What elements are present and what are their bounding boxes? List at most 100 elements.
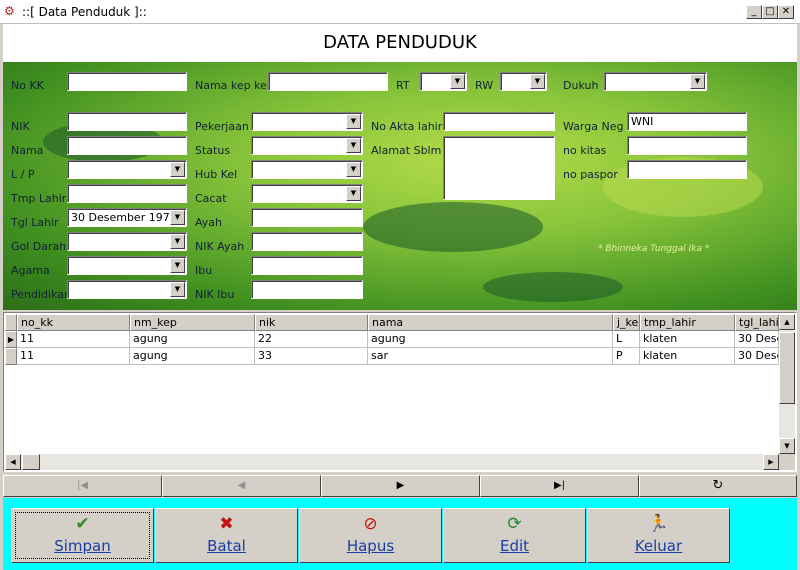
- main-window: ⚙ ::[ Data Penduduk ]:: _ □ ✕ DATA PENDU…: [0, 0, 800, 570]
- tmp-lahir-field[interactable]: [67, 184, 187, 203]
- alamat-sblm-memo[interactable]: [443, 136, 555, 200]
- nik-ibu-label: NIK Ibu: [195, 288, 235, 301]
- first-record-button[interactable]: |◀: [3, 475, 162, 497]
- simpan-label: Simpan: [54, 537, 111, 555]
- table-cell[interactable]: 30 Desember 1975: [735, 331, 779, 348]
- title-bar[interactable]: ⚙ ::[ Data Penduduk ]:: _ □ ✕: [0, 0, 800, 24]
- nama-kep-kel-field[interactable]: [268, 72, 388, 91]
- refresh-button[interactable]: ↻: [639, 475, 797, 497]
- app-icon: ⚙: [4, 4, 15, 18]
- table-cell[interactable]: L: [613, 331, 640, 348]
- db-navigator: |◀ ◀ ▶ ▶| ↻: [3, 475, 797, 497]
- rw-select[interactable]: ▼: [500, 72, 547, 91]
- column-header-tmp-lahir[interactable]: tmp_lahir: [640, 314, 735, 331]
- table-cell[interactable]: agung: [368, 331, 613, 348]
- no-kk-field[interactable]: [67, 72, 187, 91]
- no-kitas-field[interactable]: [627, 136, 747, 155]
- action-panel: ✔ Simpan ✖ Batal ⊘ Hapus ⟳ Edit 🏃 Keluar: [3, 498, 797, 570]
- data-grid[interactable]: no_kk nm_kep nik nama j_kel tmp_lahir tg…: [3, 312, 797, 472]
- no-kk-label: No KK: [11, 79, 44, 92]
- cacat-select[interactable]: ▼: [251, 184, 363, 203]
- scroll-thumb[interactable]: [779, 332, 795, 404]
- horizontal-scrollbar[interactable]: ◀ ▶: [5, 454, 779, 470]
- edit-button[interactable]: ⟳ Edit: [443, 508, 586, 563]
- no-paspor-field[interactable]: [627, 160, 747, 179]
- rt-select[interactable]: ▼: [420, 72, 467, 91]
- table-cell[interactable]: P: [613, 348, 640, 365]
- chevron-down-icon[interactable]: ▼: [170, 210, 185, 225]
- keluar-label: Keluar: [634, 537, 683, 555]
- table-cell[interactable]: klaten: [640, 331, 735, 348]
- chevron-down-icon[interactable]: ▼: [530, 74, 545, 89]
- column-header-nik[interactable]: nik: [255, 314, 368, 331]
- nik-ibu-field[interactable]: [251, 280, 363, 299]
- maximize-button[interactable]: □: [762, 5, 778, 19]
- nama-kep-kel-label: Nama kep kel: [195, 79, 270, 92]
- pendidikan-select[interactable]: ▼: [67, 280, 187, 299]
- agama-select[interactable]: ▼: [67, 256, 187, 275]
- chevron-down-icon[interactable]: ▼: [170, 258, 185, 273]
- column-header-tgl-lahir[interactable]: tgl_lahir: [735, 314, 779, 331]
- table-cell[interactable]: 33: [255, 348, 368, 365]
- scroll-thumb[interactable]: [22, 454, 40, 470]
- last-record-button[interactable]: ▶|: [480, 475, 639, 497]
- nama-field[interactable]: [67, 136, 187, 155]
- no-entry-icon: ⊘: [363, 514, 378, 534]
- chevron-down-icon[interactable]: ▼: [346, 138, 361, 153]
- chevron-down-icon[interactable]: ▼: [346, 114, 361, 129]
- vertical-scrollbar[interactable]: ▲ ▼: [779, 314, 795, 454]
- batal-button[interactable]: ✖ Batal: [155, 508, 298, 563]
- close-button[interactable]: ✕: [778, 5, 794, 19]
- tgl-lahir-label: Tgl Lahir: [11, 216, 59, 229]
- dukuh-select[interactable]: ▼: [604, 72, 707, 91]
- table-cell[interactable]: klaten: [640, 348, 735, 365]
- gol-darah-select[interactable]: ▼: [67, 232, 187, 251]
- chevron-down-icon[interactable]: ▼: [346, 186, 361, 201]
- table-cell[interactable]: 11: [17, 331, 130, 348]
- pekerjaan-label: Pekerjaan: [195, 120, 249, 133]
- hapus-button[interactable]: ⊘ Hapus: [299, 508, 442, 563]
- scroll-down-icon[interactable]: ▼: [779, 438, 795, 454]
- lp-select[interactable]: ▼: [67, 160, 187, 179]
- column-header-nama[interactable]: nama: [368, 314, 613, 331]
- nik-field[interactable]: [67, 112, 187, 131]
- column-header-nm-kep[interactable]: nm_kep: [130, 314, 255, 331]
- table-cell[interactable]: 30 Desember 1975: [735, 348, 779, 365]
- simpan-button[interactable]: ✔ Simpan: [11, 508, 154, 563]
- prior-record-button[interactable]: ◀: [162, 475, 321, 497]
- warga-neg-field[interactable]: WNI: [627, 112, 747, 131]
- background-island: [363, 202, 543, 252]
- hub-kel-select[interactable]: ▼: [251, 160, 363, 179]
- scroll-left-icon[interactable]: ◀: [5, 454, 21, 470]
- slogan-text: * Bhinneka Tunggal Ika *: [598, 244, 710, 254]
- column-header-no-kk[interactable]: no_kk: [17, 314, 130, 331]
- column-header-j-kel[interactable]: j_kel: [613, 314, 640, 331]
- table-cell[interactable]: 11: [17, 348, 130, 365]
- minimize-button[interactable]: _: [746, 5, 762, 19]
- nik-ayah-label: NIK Ayah: [195, 240, 245, 253]
- scroll-up-icon[interactable]: ▲: [779, 314, 795, 330]
- table-cell[interactable]: agung: [130, 348, 255, 365]
- scroll-right-icon[interactable]: ▶: [763, 454, 779, 470]
- ibu-field[interactable]: [251, 256, 363, 275]
- chevron-down-icon[interactable]: ▼: [690, 74, 705, 89]
- nik-ayah-field[interactable]: [251, 232, 363, 251]
- table-cell[interactable]: sar: [368, 348, 613, 365]
- pekerjaan-select[interactable]: ▼: [251, 112, 363, 131]
- tgl-lahir-picker[interactable]: 30 Desember 1975 ▼: [67, 208, 187, 227]
- chevron-down-icon[interactable]: ▼: [170, 282, 185, 297]
- ayah-field[interactable]: [251, 208, 363, 227]
- chevron-down-icon[interactable]: ▼: [450, 74, 465, 89]
- chevron-down-icon[interactable]: ▼: [170, 234, 185, 249]
- no-akta-lahir-field[interactable]: [443, 112, 555, 131]
- status-select[interactable]: ▼: [251, 136, 363, 155]
- row-indicator[interactable]: [5, 348, 17, 365]
- table-cell[interactable]: 22: [255, 331, 368, 348]
- header-panel: DATA PENDUDUK: [3, 24, 797, 62]
- next-record-button[interactable]: ▶: [321, 475, 480, 497]
- chevron-down-icon[interactable]: ▼: [170, 162, 185, 177]
- keluar-button[interactable]: 🏃 Keluar: [587, 508, 730, 563]
- row-indicator[interactable]: ▶: [5, 331, 17, 348]
- table-cell[interactable]: agung: [130, 331, 255, 348]
- chevron-down-icon[interactable]: ▼: [346, 162, 361, 177]
